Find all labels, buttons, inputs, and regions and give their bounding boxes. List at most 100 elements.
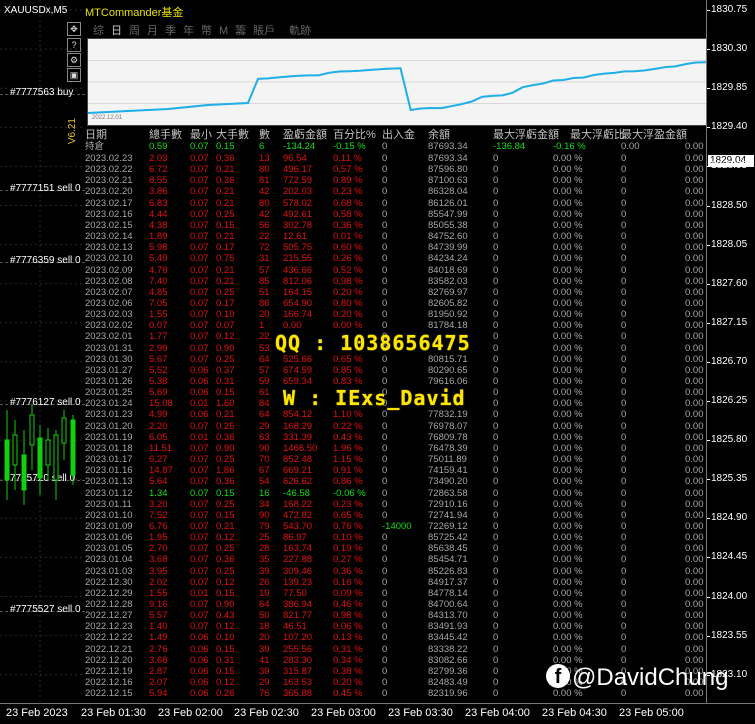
cell-balance: 85454.71 [428,554,468,566]
cell-lots: 2.76 [149,643,168,655]
cell-date: 2023.01.27 [85,364,133,376]
tab-item[interactable]: 賬戶 [253,25,275,37]
cell-maxlosspct: 0.00 % [553,153,583,164]
column-header: 大手數 [216,129,249,141]
cell-balance: 84739.99 [428,242,468,254]
table-row: 2023.01.12 1.34 0.07 0.15 16 -46.58 -0.06 % 0 72… [85,488,707,499]
cell-pct: 0.20 % [333,286,363,298]
cell-count: 67 [259,465,270,477]
tab-item[interactable]: M [219,25,228,37]
cell-lots: 3.68 [149,554,168,566]
cell-extra: 0.00 [685,153,704,164]
cell-balance: 85725.42 [428,532,468,544]
tab-item[interactable]: 籌 [235,25,246,37]
cell-extra: 0.00 [685,398,704,410]
summary-maxgain: 0.00 [621,141,640,152]
cell-pnl: 669.21 [283,465,313,477]
cell-max: 0.21 [216,264,235,276]
cell-extra: 0.00 [685,186,704,198]
tab-item[interactable]: 幣 [201,25,212,37]
cell-lots: 11.51 [149,442,173,454]
cell-lots: 4.99 [149,409,168,421]
cell-pct: 0.36 % [333,565,363,577]
cell-count: 76 [259,688,270,700]
cell-extra: 0.00 [685,498,704,510]
cell-maxgain: 0 [621,208,627,220]
cell-maxloss: 0 [493,398,499,410]
cell-pnl: 674.59 [283,364,313,376]
table-row: 2023.02.10 5.49 0.07 0.75 31 215.55 0.26 % 0 842… [85,253,707,264]
cell-flow: 0 [382,442,388,454]
cell-max: 0.12 [216,677,235,689]
cell-pct: 0.00 % [333,320,363,332]
cell-date: 2023.02.15 [85,219,133,231]
cell-max: 0.17 [216,242,235,254]
tab-item[interactable]: 综 [93,25,104,37]
cell-pct: 0.20 % [333,677,363,689]
cell-pnl: 168.29 [283,420,313,432]
cell-maxlosspct: 0.00 % [553,342,583,354]
cell-maxlosspct: 0.00 % [553,364,583,376]
cell-min: 0.01 [190,398,209,410]
table-row: 2023.02.08 7.40 0.07 0.21 85 812.06 0.98 % 0 835… [85,276,707,287]
price-tick [707,635,710,637]
tab-item[interactable]: 季 [165,25,176,37]
cell-lots: 4.85 [149,286,168,298]
cell-maxloss: 0 [493,487,499,499]
tab-item[interactable]: 周 [129,25,140,37]
cell-pnl: 315.87 [283,665,313,677]
cell-count: 29 [259,420,270,432]
cell-max: 0.12 [216,532,235,544]
cell-lots: 8.55 [149,175,168,187]
table-row: 2023.02.22 6.72 0.07 0.21 80 496.17 0.57 % 0 875… [85,164,707,175]
cell-maxgain: 0 [621,275,627,287]
cell-count: 53 [259,342,270,354]
cell-maxloss: 0 [493,342,499,354]
cell-flow: 0 [382,242,388,254]
table-row: 2023.02.21 8.55 0.07 0.36 81 772.59 0.89 % 0 871… [85,175,707,186]
cell-pnl: 492.61 [283,208,313,220]
cell-date: 2023.01.19 [85,431,133,443]
cell-maxgain: 0 [621,242,627,254]
settings-icon[interactable]: ⚙ [67,53,81,67]
help-icon[interactable]: ? [67,38,81,52]
cell-date: 2022.12.15 [85,688,133,700]
cell-flow: 0 [382,476,388,488]
tab-item[interactable]: 日 [111,25,122,37]
cell-flow: 0 [382,264,388,276]
cell-maxlosspct: 0.00 % [553,320,583,332]
tab-item[interactable]: 月 [147,25,158,37]
tab-item[interactable]: 軌跡 [289,25,311,37]
cell-max: 0.43 [216,610,235,622]
cell-maxgain: 0 [621,219,627,231]
cell-lots: 7.40 [149,275,168,287]
cell-pnl: 0.00 [283,320,302,332]
cell-maxlosspct: 0.00 % [553,175,583,187]
table-row: 2023.01.16 14.87 0.07 1.86 67 669.21 0.91 % 0 74… [85,465,707,476]
column-header: 盈虧金額 [283,129,327,141]
cell-min: 0.07 [190,465,209,477]
cell-lots: 0.07 [149,320,168,332]
table-row: 2023.01.10 7.52 0.07 0.15 90 472.82 0.65 % 0 727… [85,510,707,521]
cell-lots: 4.38 [149,219,168,231]
cell-lots: 3.86 [149,186,168,198]
cell-count: 34 [259,498,270,510]
cell-flow: 0 [382,677,388,689]
cell-maxgain: 0 [621,587,627,599]
layout-icon[interactable]: ▣ [67,68,81,82]
cell-min: 0.07 [190,487,209,499]
move-icon[interactable]: ✥ [67,22,81,36]
cell-max: 0.15 [216,665,235,677]
time-label: 23 Feb 04:30 [542,707,607,719]
cell-maxloss: 0 [493,420,499,432]
table-row: 2023.01.27 5.52 0.06 0.37 57 674.59 0.85 % 0 802… [85,365,707,376]
cell-extra: 0.00 [685,599,704,610]
cell-extra: 0.00 [685,376,704,387]
cell-extra: 0.00 [685,543,704,555]
cell-max: 0.90 [216,342,235,354]
cell-min: 0.07 [190,621,209,633]
cell-count: 56 [259,219,270,231]
cell-flow: 0 [382,231,388,243]
cell-flow: 0 [382,665,388,677]
tab-item[interactable]: 年 [183,25,194,37]
